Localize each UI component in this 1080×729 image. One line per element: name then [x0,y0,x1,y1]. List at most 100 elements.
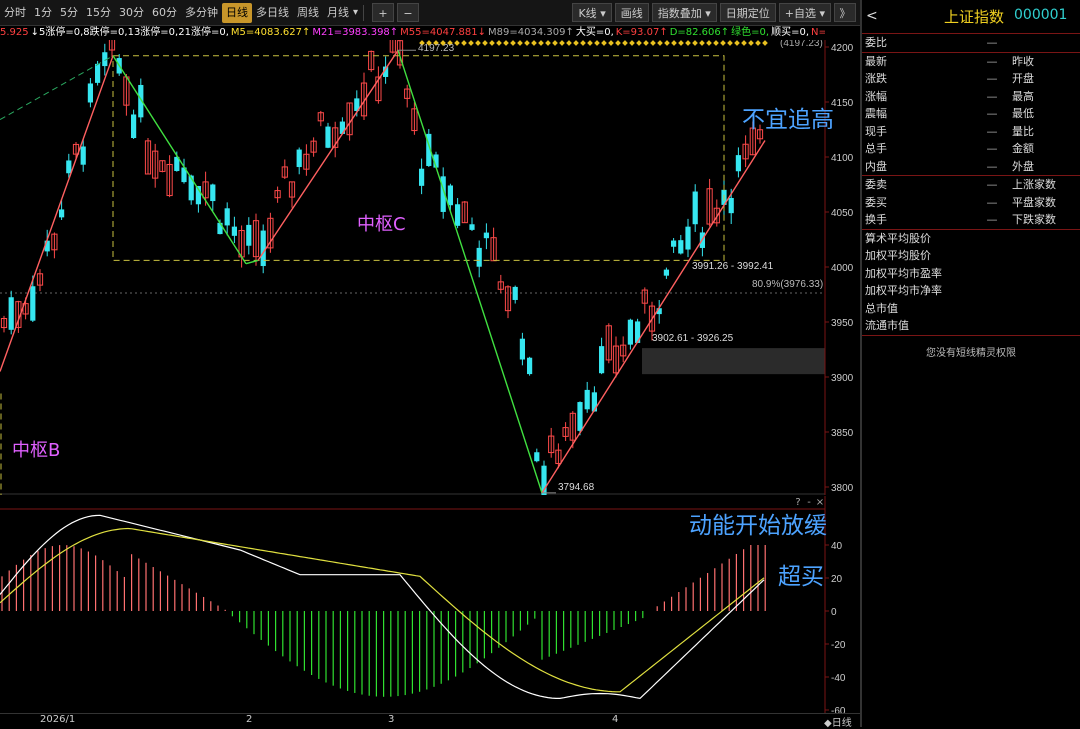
signal-marker [727,40,733,46]
signal-marker [713,40,719,46]
dif-line [0,514,765,700]
downtrend-line [112,55,247,265]
indicator-value: D=82.606↑ [669,27,730,38]
low-price-label: 3794.68 [558,482,595,493]
quote-row: 涨幅 — 最高 [862,88,1080,106]
signal-marker [538,40,544,46]
signal-marker [643,40,649,46]
indicator-value: 绿色=0, [731,27,770,38]
add-watchlist-dropdown[interactable]: +自选 ▾ [778,3,831,22]
draw-line-button[interactable]: 画线 [614,3,649,22]
timeframe-tab[interactable]: 60分 [148,3,181,23]
zone-b-label: 中枢B [12,440,61,461]
candle-body [296,149,302,168]
signal-marker [636,40,642,46]
signal-marker [671,40,677,46]
signal-marker [678,40,684,46]
kline-chart[interactable]: 4197.23 3991.26 - 3992.41 3902.61 - 3926.2… [0,40,860,495]
caution-label: 不宜追高 [742,107,834,133]
signal-marker [468,40,474,46]
y-tick-label: 4050 [831,208,854,219]
field-label: 平盘家数 [1012,195,1056,209]
support-zone [642,348,825,375]
quote-row: 委卖 — 上涨家数 [862,176,1080,194]
zone-c-box [112,55,725,261]
signal-marker [545,40,551,46]
field-label: 委卖 [865,178,887,191]
candle-body [584,389,590,410]
field-value: — [986,107,998,120]
signal-marker [531,40,537,46]
quote-row: 委买 — 平盘家数 [862,194,1080,212]
range-label: 3991.26 - 3992.41 [692,261,774,272]
candle-body [663,269,669,276]
field-label: 下跌家数 [1012,213,1056,226]
field-value: — [986,195,998,209]
candle-body [210,184,216,202]
timeframe-tab[interactable]: 多日线 [252,3,293,23]
field-value: — [986,89,998,103]
candle-body [483,232,489,239]
quote-header: < 上证指数 000001 [862,0,1080,34]
timeframe-tab[interactable]: 多分钟 [181,3,222,23]
index-name: 上证指数 [944,8,1005,26]
candle-body [627,319,633,345]
timeframe-tab[interactable]: 周线 [293,3,323,23]
fib-label: 80.9%(3976.33) [752,279,823,290]
uptrend-line [541,140,766,494]
candle-body [527,357,533,375]
signal-marker [762,40,768,46]
indicator-value: M5=4083.627↑ [230,27,311,38]
signal-marker [510,40,516,46]
candle-body [217,222,223,235]
indicator-value: N=51.968↑ [811,27,825,38]
signal-marker [601,40,607,46]
index-overlay-label: 指数叠加 [657,7,702,20]
candle-body [591,392,597,412]
zoom-out-button[interactable]: − [397,3,420,22]
timeframe-tab[interactable]: 日线 [222,2,252,23]
date-locate-button[interactable]: 日期定位 [719,3,776,22]
signal-marker [559,40,565,46]
timeframe-tab[interactable]: 15分 [82,3,115,23]
index-overlay-dropdown[interactable]: 指数叠加 ▾ [651,3,717,22]
quote-section: 委卖 — 上涨家数 委买 — 平盘家数 换手 — 下跌家数 [862,176,1080,230]
candle-body [735,155,741,172]
kline-type-dropdown[interactable]: K线 ▾ [572,3,612,22]
y-tick-label: 3850 [831,428,854,439]
field-value: — [986,142,998,155]
timeframe-tab[interactable]: 5分 [56,3,82,23]
field-label: 金额 [1012,142,1034,155]
candle-body [519,338,525,360]
quote-row: 算术平均股价 [862,230,1080,248]
candle-body [66,160,72,174]
y-tick-label: 3950 [831,318,854,329]
quote-section: 委比 — [862,34,1080,53]
field-label: 算术平均股价 [865,231,931,245]
signal-marker [475,40,481,46]
field-label: 委买 [865,195,887,209]
zoom-in-button[interactable]: + [372,3,395,22]
period-toolbar: 分时 1分 5分 15分 30分 60分 多分钟 日线 多日线 周线 月线 ▾ + − K线 ▾ 画线… [0,0,860,26]
collapse-panel-button[interactable]: 》 [834,3,856,22]
candle-body [455,204,461,226]
field-label: 加权平均市净率 [865,284,942,297]
overbought-label: 超买 [778,564,824,590]
timeframe-tab[interactable]: 分时 [0,3,30,23]
timeframe-tab[interactable]: 1分 [30,3,56,23]
back-chevron-icon[interactable]: < [866,8,878,24]
candle-body [325,126,331,148]
macd-tick-label: 40 [831,541,843,552]
timeframe-tab[interactable]: 月线 [323,3,353,23]
timeframe-tab[interactable]: 30分 [115,3,148,23]
quote-fields: 委比 — 最新 — 昨收 涨跌 — 开盘 涨幅 — 最高 震幅 — 最低 现手 — 量比 总手 — 金额 内盘 — 外盘 委卖… [862,34,1080,336]
y-tick-label: 4150 [831,98,854,109]
macd-tick-label: -20 [831,640,846,651]
signal-marker [741,40,747,46]
downtrend-line [397,50,543,494]
candle-body [685,226,691,250]
quote-row: 现手 — 量比 [862,123,1080,141]
chevron-down-icon: ▾ [353,7,359,18]
y-tick-label: 3800 [831,483,854,494]
peak-price-label: 4197.23 [418,43,455,54]
